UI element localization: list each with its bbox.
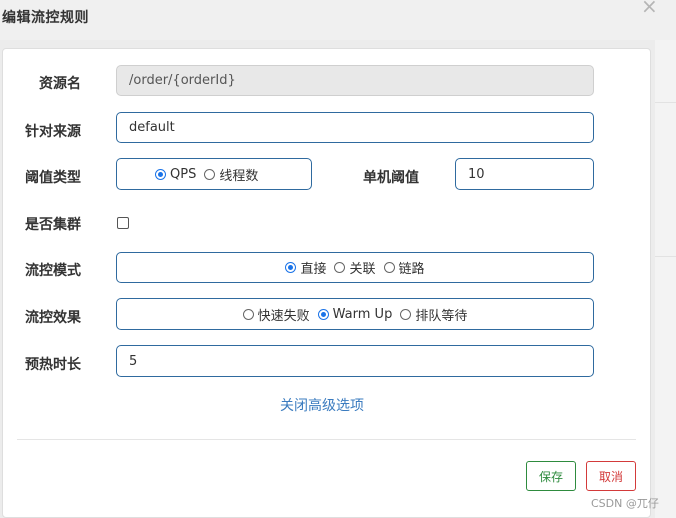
warmup-period-label: 预热时长 <box>25 357 81 373</box>
limit-app-input[interactable]: default <box>116 112 594 143</box>
single-threshold-input[interactable]: 10 <box>455 158 594 190</box>
strategy-relate[interactable]: 关联 <box>334 258 376 277</box>
radio-label: Warm Up <box>332 306 393 322</box>
strip-divider <box>655 256 676 257</box>
control-behavior-label: 流控效果 <box>25 310 81 326</box>
radio-selected-icon <box>285 262 297 273</box>
limit-app-value: default <box>129 120 175 135</box>
resource-input: /order/{orderId} <box>116 65 594 96</box>
save-button[interactable]: 保存 <box>526 461 576 491</box>
strategy-group: 直接 关联 链路 <box>116 252 594 283</box>
cluster-mode-checkbox[interactable] <box>117 217 129 229</box>
close-icon[interactable]: × <box>641 0 658 18</box>
watermark: CSDN @兀仔 <box>591 497 659 510</box>
threshold-type-thread[interactable]: 线程数 <box>204 165 258 184</box>
radio-unselected-icon <box>334 262 346 273</box>
threshold-type-group: QPS 线程数 <box>116 158 312 190</box>
radio-unselected-icon <box>204 168 216 180</box>
threshold-type-qps[interactable]: QPS <box>155 167 196 182</box>
limit-app-label: 针对来源 <box>25 124 81 140</box>
radio-label: QPS <box>170 166 197 182</box>
radio-label: 关联 <box>349 262 376 277</box>
threshold-type-radios: QPS 线程数 <box>117 165 258 184</box>
strategy-direct[interactable]: 直接 <box>285 258 326 277</box>
toggle-advanced-link[interactable]: 关闭高级选项 <box>280 395 364 415</box>
warmup-period-value: 5 <box>129 353 138 369</box>
control-behavior-group: 快速失败 Warm Up 排队等待 <box>116 298 594 330</box>
dialog-header: 编辑流控规则 × <box>0 0 676 40</box>
behavior-fast-fail[interactable]: 快速失败 <box>242 305 310 324</box>
behavior-queue[interactable]: 排队等待 <box>400 305 467 324</box>
warmup-period-input[interactable]: 5 <box>116 345 594 377</box>
control-behavior-radios: 快速失败 Warm Up 排队等待 <box>117 305 593 324</box>
threshold-type-label: 阈值类型 <box>25 170 81 186</box>
footer-divider <box>17 439 636 440</box>
resource-label: 资源名 <box>39 76 81 92</box>
single-threshold-label: 单机阈值 <box>363 170 419 186</box>
resource-value: /order/{orderId} <box>129 73 236 88</box>
single-threshold-value: 10 <box>468 166 485 182</box>
behavior-warm-up[interactable]: Warm Up <box>317 306 393 322</box>
strip-divider <box>655 102 676 103</box>
radio-label: 线程数 <box>219 168 259 184</box>
radio-selected-icon <box>155 168 166 180</box>
strategy-label: 流控模式 <box>25 263 81 279</box>
cancel-button[interactable]: 取消 <box>586 461 636 491</box>
radio-unselected-icon <box>383 262 395 273</box>
cluster-mode-label: 是否集群 <box>25 217 81 233</box>
radio-label: 直接 <box>300 262 327 277</box>
radio-label: 链路 <box>398 262 425 277</box>
radio-unselected-icon <box>400 308 412 320</box>
radio-label: 快速失败 <box>257 308 310 324</box>
background-strip <box>655 40 676 518</box>
strategy-radios: 直接 关联 链路 <box>117 258 593 277</box>
radio-label: 排队等待 <box>415 308 468 324</box>
dialog-title: 编辑流控规则 <box>2 10 89 26</box>
strategy-chain[interactable]: 链路 <box>383 258 425 277</box>
radio-selected-icon <box>317 308 329 320</box>
radio-unselected-icon <box>242 308 254 320</box>
